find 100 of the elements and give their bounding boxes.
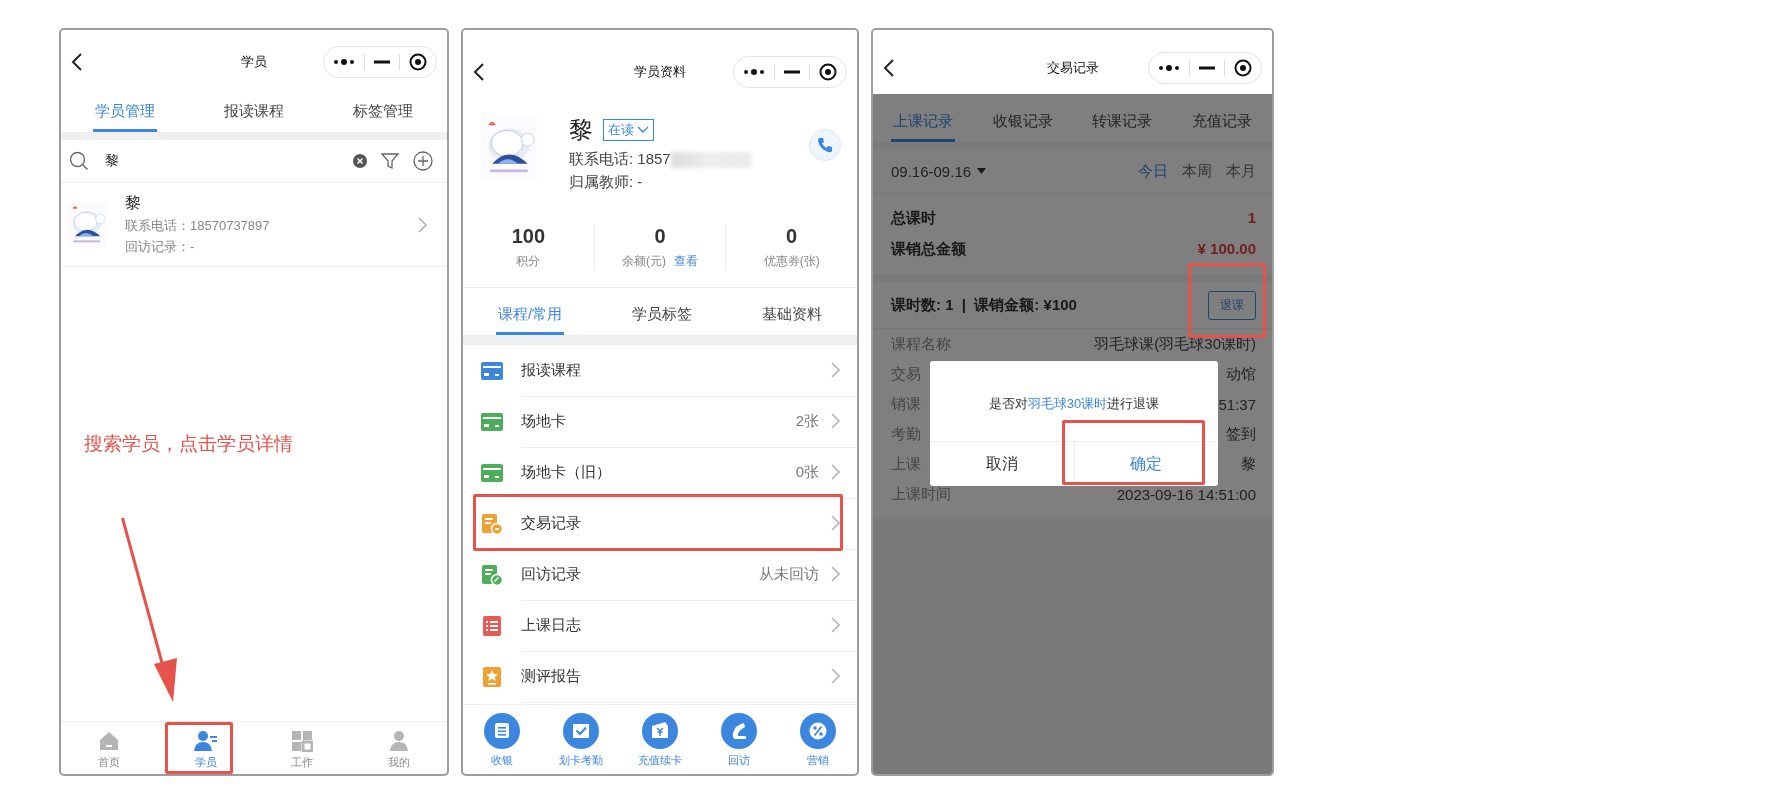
menu-label: 回访记录 bbox=[521, 564, 582, 584]
menu-item[interactable]: 交易记录 bbox=[463, 498, 857, 549]
chevron-icon bbox=[831, 464, 840, 480]
grid-icon bbox=[291, 730, 314, 752]
card-icon bbox=[481, 361, 503, 380]
back-icon[interactable] bbox=[883, 58, 895, 78]
stat-value: 100 bbox=[511, 225, 545, 248]
card-icon bbox=[481, 463, 503, 482]
dialog-message: 是否对羽毛球30课时进行退课 bbox=[987, 395, 1161, 413]
action-button[interactable]: 回访 bbox=[699, 705, 779, 774]
minimize-icon[interactable] bbox=[374, 60, 390, 64]
home-icon bbox=[98, 730, 121, 752]
search-field[interactable]: 黎 bbox=[103, 152, 339, 170]
menu-item[interactable]: 上课日志 bbox=[463, 600, 857, 651]
menu-label: 交易记录 bbox=[521, 513, 582, 533]
student-phone: 联系电话：18570737897 bbox=[125, 217, 271, 235]
back-icon[interactable] bbox=[71, 52, 83, 72]
tab-bar-item[interactable]: 我的 bbox=[350, 722, 447, 774]
stat-label: 优惠券(张) bbox=[763, 253, 820, 270]
call-button[interactable] bbox=[809, 129, 841, 161]
period-tab[interactable]: 本月 bbox=[1226, 161, 1256, 181]
percent-icon bbox=[799, 713, 836, 749]
student-list-item[interactable]: 黎 联系电话：18570737897 回访记录：- bbox=[61, 183, 447, 267]
clear-icon[interactable] bbox=[353, 154, 367, 168]
phone-icon bbox=[720, 713, 757, 749]
minimize-icon[interactable] bbox=[1199, 66, 1215, 70]
assigned-teacher: 归属教师: - bbox=[569, 173, 644, 192]
menu-item[interactable]: 回访记录 从未回访 bbox=[463, 549, 857, 600]
menu-label: 场地卡（旧） bbox=[521, 462, 612, 482]
summary-label: 课销总金额 bbox=[891, 240, 966, 259]
minimize-icon[interactable] bbox=[784, 70, 800, 74]
detail-value: 51:37 bbox=[1218, 395, 1256, 413]
detail-label: 交易 bbox=[891, 364, 921, 384]
tab[interactable]: 充值记录 bbox=[1190, 112, 1255, 142]
detail-value: 2023-09-16 14:51:00 bbox=[1116, 485, 1256, 503]
card-icon bbox=[481, 412, 503, 431]
target-icon[interactable] bbox=[1234, 59, 1252, 77]
menu-value: 0张 bbox=[795, 462, 819, 482]
tab-bar-item[interactable]: 首页 bbox=[61, 722, 158, 774]
menu-label: 场地卡 bbox=[521, 411, 567, 431]
caret-icon bbox=[977, 168, 987, 174]
target-icon[interactable] bbox=[819, 63, 837, 81]
chevron-icon bbox=[831, 617, 840, 633]
tab[interactable]: 标签管理 bbox=[350, 102, 415, 132]
withdraw-button[interactable]: 退课 bbox=[1208, 290, 1256, 320]
caret-icon bbox=[637, 126, 649, 134]
menu-item[interactable]: 场地卡 2张 bbox=[463, 396, 857, 447]
menu-item[interactable]: 测评报告 bbox=[463, 651, 857, 702]
document-icon bbox=[481, 512, 503, 535]
tab[interactable]: 收银记录 bbox=[990, 112, 1055, 142]
menu-item[interactable]: 场地卡（旧） 0张 bbox=[463, 447, 857, 498]
menu-value: 2张 bbox=[795, 411, 819, 431]
date-range-picker[interactable]: 09.16-09.16 bbox=[891, 162, 987, 180]
more-icon[interactable] bbox=[333, 58, 355, 66]
contact-phone: 联系电话: 1857 bbox=[569, 150, 671, 169]
tab[interactable]: 上课记录 bbox=[890, 112, 955, 142]
menu-value: 从未回访 bbox=[759, 564, 819, 584]
cancel-button[interactable]: 取消 bbox=[930, 442, 1074, 486]
period-tab[interactable]: 今日 bbox=[1138, 161, 1168, 181]
chevron-icon bbox=[831, 362, 840, 378]
more-icon[interactable] bbox=[1158, 64, 1180, 72]
list-icon bbox=[483, 615, 501, 636]
back-icon[interactable] bbox=[473, 62, 485, 82]
person-list-icon bbox=[193, 730, 218, 752]
view-link[interactable]: 查看 bbox=[674, 253, 698, 270]
action-button[interactable]: 划卡考勤 bbox=[541, 705, 621, 774]
action-button[interactable]: 收银 bbox=[463, 705, 542, 774]
tab[interactable]: 学员标签 bbox=[630, 305, 695, 335]
record-title: 课时数: 1 | 课销金额: ¥100 bbox=[891, 295, 1077, 315]
stat-value: 0 bbox=[654, 225, 666, 248]
add-icon[interactable] bbox=[413, 151, 433, 171]
confirm-button[interactable]: 确定 bbox=[1074, 442, 1218, 486]
detail-label: 上课 bbox=[891, 454, 921, 474]
detail-label: 销课 bbox=[891, 394, 921, 414]
tab[interactable]: 报读课程 bbox=[222, 102, 286, 132]
summary-value: ¥ 100.00 bbox=[1197, 240, 1256, 259]
stat-value: 0 bbox=[786, 225, 798, 248]
page-title: 交易记录 bbox=[1046, 59, 1099, 77]
chevron-icon bbox=[831, 668, 840, 684]
target-icon[interactable] bbox=[409, 53, 427, 71]
filter-icon[interactable] bbox=[381, 152, 399, 170]
action-button[interactable]: 充值续卡 bbox=[620, 705, 700, 774]
menu-item[interactable]: 报读课程 bbox=[463, 345, 857, 396]
tab[interactable]: 基础资料 bbox=[760, 305, 824, 335]
visit-record: 回访记录：- bbox=[125, 238, 196, 256]
tab[interactable]: 转课记录 bbox=[1090, 112, 1155, 142]
action-button[interactable]: 营销 bbox=[778, 705, 857, 774]
tab-bar-item[interactable]: 学员 bbox=[157, 722, 254, 774]
chevron-icon bbox=[418, 216, 427, 233]
status-dropdown[interactable]: 在读 bbox=[603, 119, 654, 141]
tab-bar-item[interactable]: 工作 bbox=[254, 722, 351, 774]
period-tab[interactable]: 本周 bbox=[1182, 161, 1212, 181]
summary-label: 总课时 bbox=[891, 209, 936, 228]
checkmark-icon bbox=[563, 713, 600, 749]
student-name: 黎 bbox=[125, 193, 142, 213]
more-icon[interactable] bbox=[743, 68, 765, 76]
stat-label: 积分 bbox=[516, 253, 541, 270]
list-icon bbox=[484, 713, 521, 749]
chevron-icon bbox=[831, 566, 840, 582]
document-icon bbox=[481, 563, 503, 586]
